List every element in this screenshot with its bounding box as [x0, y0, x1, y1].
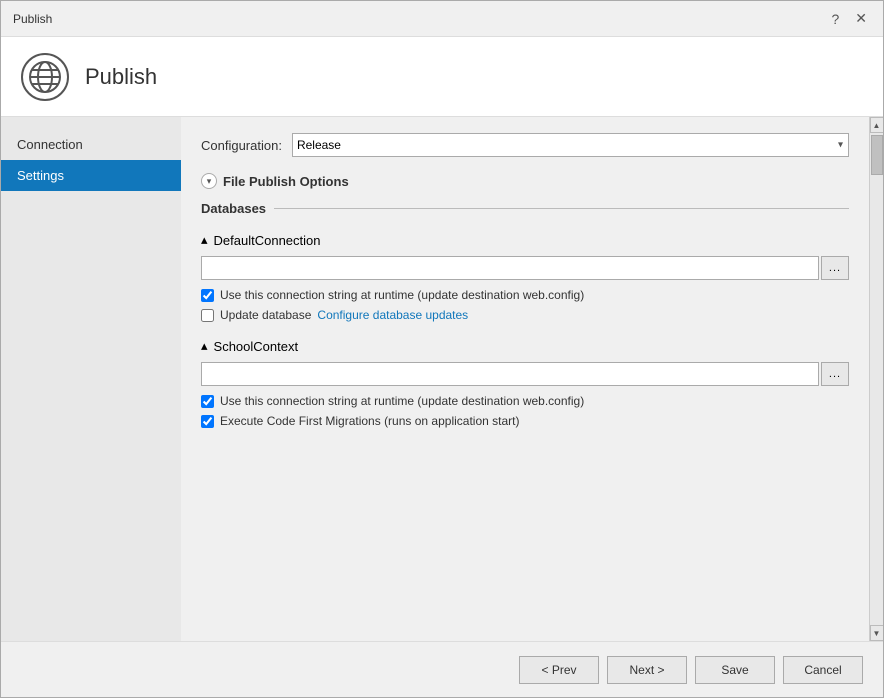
title-bar: Publish ? ✕ [1, 1, 883, 37]
dc-update-row: Update database Configure database updat… [201, 308, 849, 322]
header-title: Publish [85, 64, 157, 90]
school-context-toggle[interactable]: ▴ [201, 338, 208, 354]
sidebar: Connection Settings [1, 117, 181, 641]
dialog-header: Publish [1, 37, 883, 117]
default-connection-browse-button[interactable]: ... [821, 256, 849, 280]
sc-runtime-checkbox[interactable] [201, 395, 214, 408]
save-button[interactable]: Save [695, 656, 775, 684]
prev-button[interactable]: < Prev [519, 656, 599, 684]
sc-codefirst-row: Execute Code First Migrations (runs on a… [201, 414, 849, 428]
sc-runtime-row: Use this connection string at runtime (u… [201, 394, 849, 408]
publish-dialog: Publish ? ✕ Publish Connection Settin [0, 0, 884, 698]
default-connection-toggle[interactable]: ▴ [201, 232, 208, 248]
content-area: Connection Settings Configuration: Relea… [1, 117, 883, 641]
scrollbar-up-arrow[interactable]: ▲ [870, 117, 884, 133]
configure-database-link[interactable]: Configure database updates [317, 308, 468, 322]
dc-update-label: Update database [220, 308, 311, 322]
divider-line [274, 208, 849, 209]
school-context-input[interactable] [201, 362, 819, 386]
dc-update-checkbox[interactable] [201, 309, 214, 322]
main-scroll-area: Configuration: Release Debug ▾ [181, 117, 869, 641]
config-select[interactable]: Release Debug [292, 133, 849, 157]
globe-icon [21, 53, 69, 101]
scrollbar-down-arrow[interactable]: ▼ [870, 625, 884, 641]
config-select-wrapper: Release Debug [292, 133, 849, 157]
default-connection-input-row: ... [201, 256, 849, 280]
file-publish-title: File Publish Options [223, 174, 349, 189]
default-connection-input[interactable] [201, 256, 819, 280]
dc-runtime-label: Use this connection string at runtime (u… [220, 288, 584, 302]
file-publish-toggle[interactable]: ▾ [201, 173, 217, 189]
sidebar-item-connection[interactable]: Connection [1, 129, 181, 160]
school-context-title: SchoolContext [214, 339, 299, 354]
dc-runtime-checkbox[interactable] [201, 289, 214, 302]
next-button[interactable]: Next > [607, 656, 687, 684]
scrollbar-thumb[interactable] [871, 135, 883, 175]
sidebar-item-settings[interactable]: Settings [1, 160, 181, 191]
default-connection-header[interactable]: ▴ DefaultConnection [201, 232, 849, 248]
help-button[interactable]: ? [827, 9, 843, 29]
config-label: Configuration: [201, 138, 282, 153]
scrollbar: ▲ ▼ [869, 117, 883, 641]
school-context-section: ▴ SchoolContext ... Use this connection … [201, 338, 849, 428]
main-content: Configuration: Release Debug ▾ [181, 117, 883, 641]
sc-runtime-label: Use this connection string at runtime (u… [220, 394, 584, 408]
default-connection-title: DefaultConnection [214, 233, 321, 248]
dc-runtime-row: Use this connection string at runtime (u… [201, 288, 849, 302]
databases-section: Databases [201, 201, 849, 216]
dialog-title: Publish [13, 12, 52, 26]
file-publish-section-header[interactable]: ▾ File Publish Options [201, 173, 849, 189]
sc-codefirst-label: Execute Code First Migrations (runs on a… [220, 414, 519, 428]
footer: < Prev Next > Save Cancel [1, 641, 883, 697]
sc-codefirst-checkbox[interactable] [201, 415, 214, 428]
school-context-input-row: ... [201, 362, 849, 386]
title-bar-controls: ? ✕ [827, 8, 871, 29]
school-context-header[interactable]: ▴ SchoolContext [201, 338, 849, 354]
close-button[interactable]: ✕ [851, 8, 871, 29]
cancel-button[interactable]: Cancel [783, 656, 863, 684]
default-connection-section: ▴ DefaultConnection ... Use this connect… [201, 232, 849, 322]
config-row: Configuration: Release Debug [201, 133, 849, 157]
databases-label: Databases [201, 201, 266, 216]
school-context-browse-button[interactable]: ... [821, 362, 849, 386]
